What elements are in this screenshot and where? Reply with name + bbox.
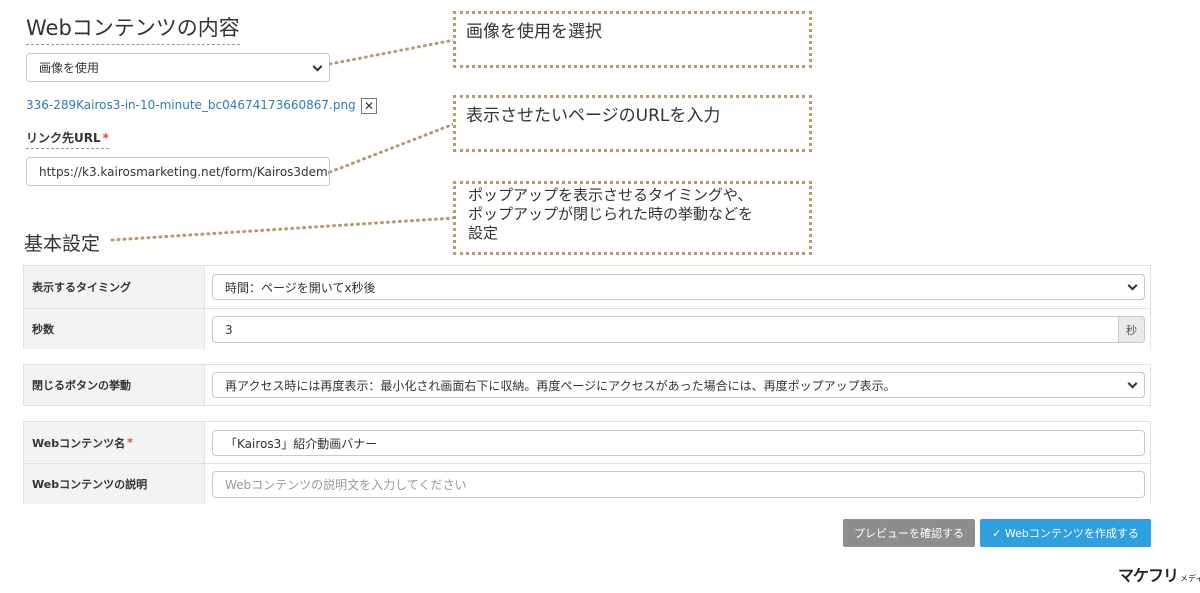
seconds-input[interactable]: 3 xyxy=(212,316,1119,343)
required-mark: * xyxy=(127,436,133,449)
seconds-unit: 秒 xyxy=(1119,316,1145,343)
seconds-label: 秒数 xyxy=(24,309,204,349)
create-content-button[interactable]: ✓ Webコンテンツを作成する xyxy=(980,519,1151,547)
remove-file-close-icon[interactable]: ✕ xyxy=(361,98,377,114)
timing-select-value: 時間：ページを開いてx秒後 xyxy=(225,280,376,295)
chevron-down-icon xyxy=(1127,280,1138,291)
timing-select[interactable]: 時間：ページを開いてx秒後 xyxy=(212,274,1145,300)
link-url-label-text: リンク先URL xyxy=(26,131,101,145)
content-type-select-value: 画像を使用 xyxy=(39,61,100,75)
chevron-down-icon xyxy=(1127,378,1138,389)
close-behavior-group: 閉じるボタンの挙動 再アクセス時には再度表示：最小化され画面右下に収納。再度ペー… xyxy=(23,364,1151,406)
seconds-cell: 3 秒 xyxy=(204,309,1150,349)
content-desc-label: Webコンテンツの説明 xyxy=(24,464,204,504)
link-url-input[interactable]: https://k3.kairosmarketing.net/form/Kair… xyxy=(26,157,330,186)
timing-label: 表示するタイミング xyxy=(24,266,204,308)
content-desc-input[interactable]: Webコンテンツの説明文を入力してください xyxy=(212,471,1145,498)
link-url-input-value: https://k3.kairosmarketing.net/form/Kair… xyxy=(39,164,330,179)
callout-image-select: 画像を使用を選択 xyxy=(453,11,812,68)
seconds-input-value: 3 xyxy=(225,322,233,337)
timing-row: 表示するタイミング 時間：ページを開いてx秒後 xyxy=(24,266,1150,308)
callout-image-text: 画像を使用を選択 xyxy=(466,22,602,42)
content-name-cell: 「Kairos3」紹介動画バナー xyxy=(204,422,1150,463)
content-name-row: Webコンテンツ名 * 「Kairos3」紹介動画バナー xyxy=(24,422,1150,463)
callout-url-input: 表示させたいページのURLを入力 xyxy=(453,95,812,152)
callout-url-text: 表示させたいページのURLを入力 xyxy=(466,106,721,126)
content-name-input-value: 「Kairos3」紹介動画バナー xyxy=(225,436,378,451)
content-desc-row: Webコンテンツの説明 Webコンテンツの説明文を入力してください xyxy=(24,463,1150,504)
link-url-label: リンク先URL * xyxy=(26,129,109,149)
close-behavior-select-value: 再アクセス時には再度表示：最小化され画面右下に収納。再度ページにアクセスがあった… xyxy=(225,378,896,393)
content-name-label: Webコンテンツ名 * xyxy=(24,422,204,463)
logo-main-text: マケフリ xyxy=(1118,566,1179,585)
content-name-input[interactable]: 「Kairos3」紹介動画バナー xyxy=(212,430,1145,456)
content-section-title: Webコンテンツの内容 xyxy=(26,12,240,45)
makefuri-logo: マケフリメディア xyxy=(1118,562,1200,586)
callout-settings-line-1: ポップアップを表示させるタイミングや、 xyxy=(468,186,753,204)
callout-settings-line-3: 設定 xyxy=(468,223,499,242)
close-behavior-cell: 再アクセス時には再度表示：最小化され画面右下に収納。再度ページにアクセスがあった… xyxy=(204,365,1150,405)
close-behavior-row: 閉じるボタンの挙動 再アクセス時には再度表示：最小化され画面右下に収納。再度ペー… xyxy=(24,365,1150,405)
seconds-row: 秒数 3 秒 xyxy=(24,308,1150,349)
logo-sub-text: メディア xyxy=(1180,574,1200,583)
callout-basic-settings: ポップアップを表示させるタイミングや、 ポップアップが閉じられた時の挙動などを … xyxy=(453,181,812,255)
content-info-group: Webコンテンツ名 * 「Kairos3」紹介動画バナー Webコンテンツの説明 … xyxy=(23,421,1151,504)
required-mark: * xyxy=(102,131,109,145)
content-name-label-text: Webコンテンツ名 xyxy=(32,436,126,450)
content-type-select[interactable]: 画像を使用 xyxy=(26,53,330,82)
timing-group: 表示するタイミング 時間：ページを開いてx秒後 秒数 3 秒 xyxy=(23,265,1151,349)
content-desc-cell: Webコンテンツの説明文を入力してください xyxy=(204,464,1150,504)
close-behavior-select[interactable]: 再アクセス時には再度表示：最小化され画面右下に収納。再度ページにアクセスがあった… xyxy=(212,372,1145,398)
callout-settings-line-2: ポップアップが閉じられた時の挙動などを xyxy=(468,204,754,223)
close-behavior-label: 閉じるボタンの挙動 xyxy=(24,365,204,405)
chevron-down-icon xyxy=(312,61,323,72)
uploaded-file-link[interactable]: 336-289Kairos3-in-10-minute_bc0467417366… xyxy=(26,98,356,112)
timing-cell: 時間：ページを開いてx秒後 xyxy=(204,266,1150,308)
preview-button[interactable]: プレビューを確認する xyxy=(843,519,975,547)
basic-settings-title: 基本設定 xyxy=(24,233,101,255)
content-desc-placeholder: Webコンテンツの説明文を入力してください xyxy=(225,478,467,492)
